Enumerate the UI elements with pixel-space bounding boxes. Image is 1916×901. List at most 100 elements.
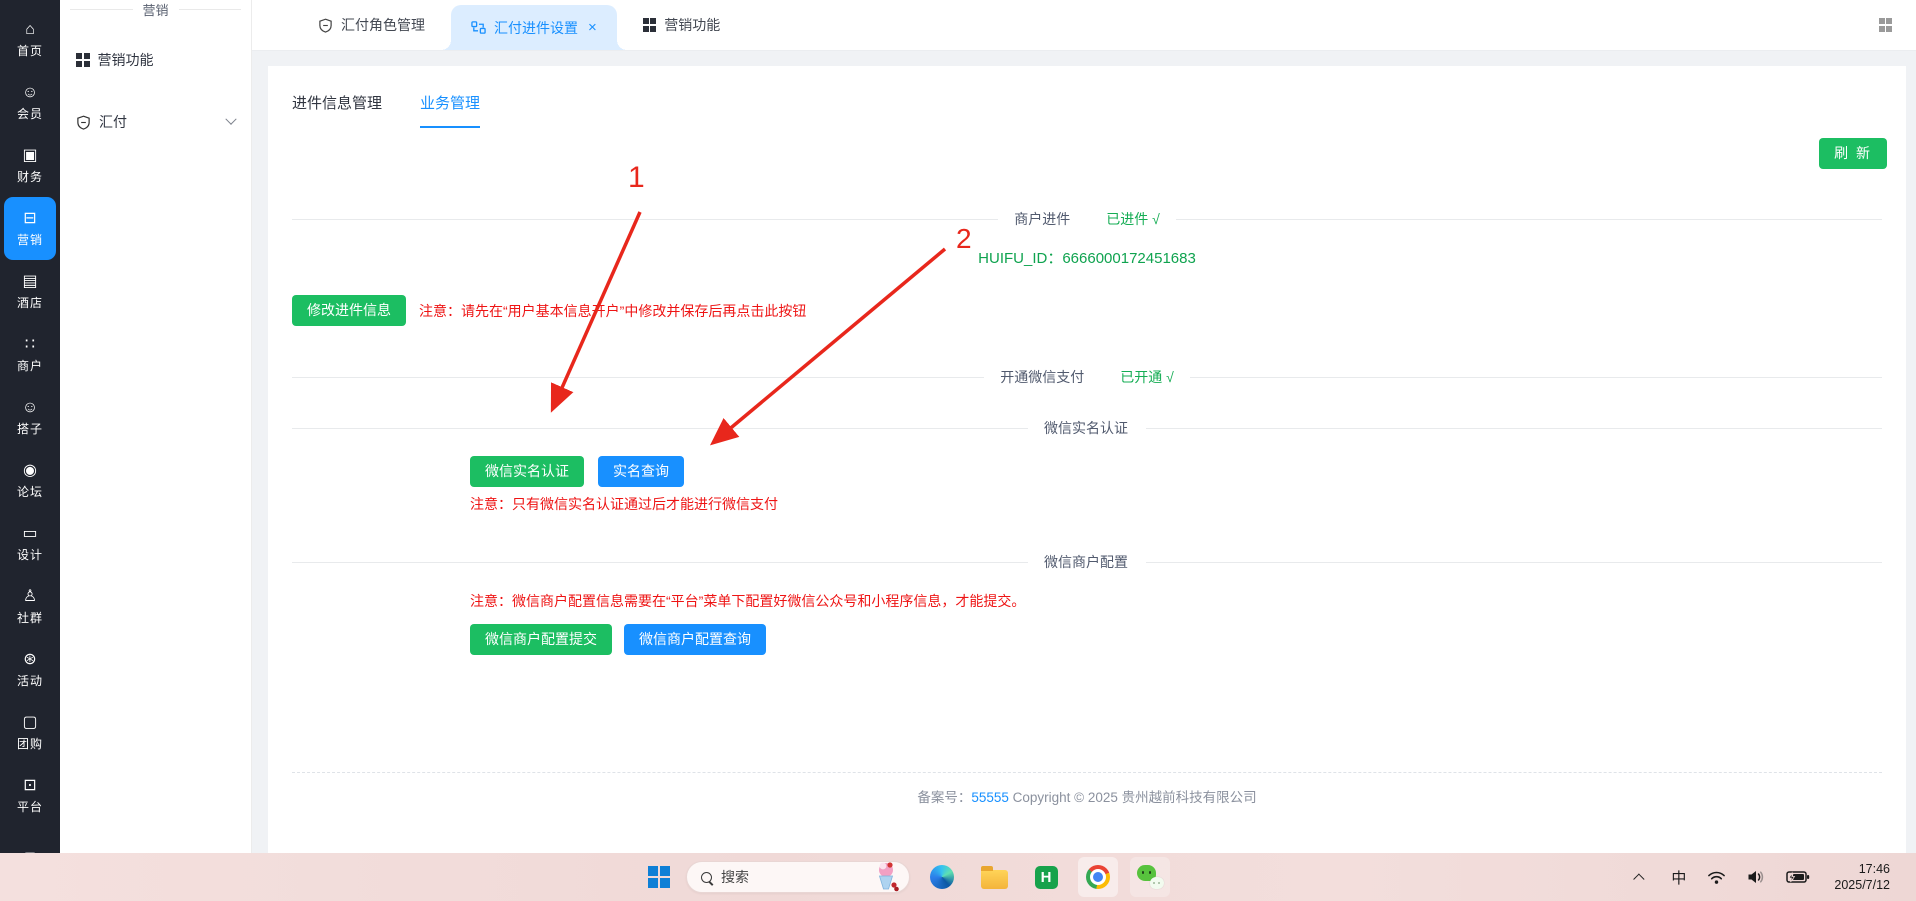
sidebar-item-marketing[interactable]: ⊟ 营销 bbox=[4, 197, 56, 260]
wxconfig-query-button[interactable]: 微信商户配置查询 bbox=[624, 624, 766, 655]
sidebar-item-hotel[interactable]: ▤ 酒店 bbox=[0, 260, 60, 323]
forum-icon: ◉ bbox=[23, 462, 37, 480]
icp-label: 备案号： bbox=[917, 790, 971, 805]
wifi-icon[interactable] bbox=[1707, 869, 1726, 885]
realname-divider: 微信实名认证 bbox=[292, 417, 1882, 439]
battery-icon[interactable] bbox=[1786, 870, 1810, 884]
taskbar-clock[interactable]: 17:46 2025/7/12 bbox=[1834, 861, 1890, 893]
divider-label: 微信商户配置 bbox=[1044, 552, 1128, 572]
secondary-sidebar: 营销 营销功能 汇付 bbox=[60, 0, 252, 853]
tab-label: 汇付进件设置 bbox=[494, 18, 578, 38]
windows-start-icon[interactable] bbox=[648, 866, 670, 888]
grid-icon bbox=[76, 53, 90, 67]
taskbar-app-wechat[interactable] bbox=[1130, 857, 1170, 897]
activity-icon: ⊛ bbox=[23, 651, 36, 669]
divider-line bbox=[1176, 219, 1882, 220]
sidebar-item-label: 营销 bbox=[17, 231, 43, 248]
sidebar-item-home[interactable]: ⌂ 首页 bbox=[0, 8, 60, 71]
speaker-icon[interactable] bbox=[1747, 869, 1765, 885]
marketing-icon: ⊟ bbox=[23, 210, 36, 228]
sidebar-item-community[interactable]: ♙ 社群 bbox=[0, 575, 60, 638]
sidebar-item-forum[interactable]: ◉ 论坛 bbox=[0, 449, 60, 512]
tab-label: 营销功能 bbox=[664, 15, 720, 35]
sidebar-item-label: 首页 bbox=[17, 42, 43, 59]
divider-line bbox=[292, 219, 998, 220]
chevron-down-icon[interactable] bbox=[225, 114, 236, 125]
home-icon: ⌂ bbox=[25, 21, 35, 39]
divider-line bbox=[292, 562, 1028, 563]
wxpay-divider: 开通微信支付 已开通 √ bbox=[292, 366, 1882, 388]
taskbar-app-explorer[interactable] bbox=[974, 857, 1014, 897]
subtab-entry-info[interactable]: 进件信息管理 bbox=[292, 92, 382, 128]
apps-grid-icon[interactable] bbox=[1879, 18, 1893, 32]
refresh-button[interactable]: 刷 新 bbox=[1819, 138, 1887, 169]
divider-line bbox=[292, 377, 984, 378]
tab-huifu-entry-settings[interactable]: 汇付进件设置 × bbox=[451, 5, 617, 50]
sidebar-item-label: 财务 bbox=[17, 168, 43, 185]
sidebar-item-merchant[interactable]: ∷ 商户 bbox=[0, 323, 60, 386]
wechat-realname-auth-button[interactable]: 微信实名认证 bbox=[470, 456, 584, 487]
wechat-icon bbox=[1137, 865, 1164, 889]
divider-line bbox=[179, 9, 242, 10]
sidebar-item-buddy[interactable]: ☺ 搭子 bbox=[0, 386, 60, 449]
wxpay-status-badge: 已开通 √ bbox=[1120, 367, 1174, 387]
close-icon[interactable]: × bbox=[588, 19, 597, 36]
design-icon: ▭ bbox=[22, 525, 37, 543]
tab-label: 汇付角色管理 bbox=[341, 15, 425, 35]
ime-indicator[interactable]: 中 bbox=[1671, 867, 1686, 888]
platform-icon: ⊡ bbox=[23, 777, 36, 795]
groupbuy-icon: ▢ bbox=[22, 714, 37, 732]
subtab-business[interactable]: 业务管理 bbox=[420, 92, 480, 128]
sidebar-item-activity[interactable]: ⊛ 活动 bbox=[0, 638, 60, 701]
taskbar-app-h[interactable]: H bbox=[1026, 857, 1066, 897]
edge-icon bbox=[930, 865, 954, 889]
member-icon: ☺ bbox=[22, 84, 38, 102]
chrome-icon bbox=[1086, 865, 1110, 889]
modify-entry-note: 注意：请先在“用户基本信息开户”中修改并保存后再点击此按钮 bbox=[419, 301, 806, 321]
sidebar-item-label: 搭子 bbox=[17, 420, 43, 437]
divider-label: 开通微信支付 bbox=[1000, 367, 1084, 387]
submenu-item-marketing-功能[interactable]: 营销功能 bbox=[60, 40, 251, 80]
sidebar-item-finance[interactable]: ▣ 财务 bbox=[0, 134, 60, 197]
sidebar-item-groupbuy[interactable]: ▢ 团购 bbox=[0, 701, 60, 764]
tray-chevron-up-icon[interactable] bbox=[1634, 873, 1645, 884]
huifu-id-value: HUIFU_ID：6666000172451683 bbox=[978, 250, 1196, 267]
taskbar-app-edge[interactable] bbox=[922, 857, 962, 897]
taskbar-app-chrome[interactable] bbox=[1078, 857, 1118, 897]
divider-line bbox=[1146, 562, 1882, 563]
merchant-icon: ∷ bbox=[25, 336, 35, 354]
merchant-entry-divider: 商户进件 已进件 √ bbox=[292, 208, 1882, 230]
folder-icon bbox=[981, 870, 1008, 889]
divider-line bbox=[292, 428, 1028, 429]
wxconfig-note-row: 注意：微信商户配置信息需要在“平台”菜单下配置好微信公众号和小程序信息，才能提交… bbox=[470, 591, 1025, 611]
system-tray: 中 17:46 2025/7/12 bbox=[1637, 861, 1890, 893]
sidebar-item-platform[interactable]: ⊡ 平台 bbox=[0, 764, 60, 827]
submenu-item-huifu[interactable]: 汇付 bbox=[60, 102, 251, 142]
realname-query-button[interactable]: 实名查询 bbox=[598, 456, 684, 487]
entry-status-badge: 已进件 √ bbox=[1106, 209, 1160, 229]
taskbar-center: 搜索 H bbox=[648, 857, 1170, 897]
icp-link[interactable]: 55555 bbox=[971, 790, 1009, 805]
tab-huifu-role[interactable]: 汇付角色管理 bbox=[292, 0, 451, 50]
huifu-id-row: HUIFU_ID：6666000172451683 bbox=[268, 247, 1906, 268]
modify-entry-info-button[interactable]: 修改进件信息 bbox=[292, 295, 406, 326]
nodes-icon bbox=[471, 20, 486, 35]
buddy-icon: ☺ bbox=[22, 399, 38, 417]
tab-marketing-功能[interactable]: 营销功能 bbox=[617, 0, 747, 50]
wxconfig-buttons-row: 微信商户配置提交 微信商户配置查询 bbox=[470, 624, 766, 655]
h-app-icon: H bbox=[1035, 866, 1058, 889]
shield-icon bbox=[76, 115, 91, 130]
screen: ⌂ 首页 ☺ 会员 ▣ 财务 ⊟ 营销 ▤ 酒店 ∷ 商户 ☺ 搭子 ◉ 论坛 bbox=[0, 0, 1916, 901]
submenu-item-label: 汇付 bbox=[99, 112, 227, 132]
footer: 备案号：55555 Copyright © 2025 贵州越前科技有限公司 bbox=[268, 786, 1906, 806]
sidebar-item-label: 活动 bbox=[17, 672, 43, 689]
sidebar-item-design[interactable]: ▭ 设计 bbox=[0, 512, 60, 575]
wxconfig-submit-button[interactable]: 微信商户配置提交 bbox=[470, 624, 612, 655]
search-icon bbox=[701, 872, 712, 883]
sidebar-item-partial[interactable]: ▢ bbox=[0, 827, 60, 853]
sidebar-item-member[interactable]: ☺ 会员 bbox=[0, 71, 60, 134]
subtabs: 进件信息管理 业务管理 bbox=[292, 92, 518, 128]
taskbar-search-box[interactable]: 搜索 bbox=[686, 861, 910, 893]
realname-note: 注意：只有微信实名认证通过后才能进行微信支付 bbox=[470, 494, 778, 514]
clock-date: 2025/7/12 bbox=[1834, 877, 1890, 893]
